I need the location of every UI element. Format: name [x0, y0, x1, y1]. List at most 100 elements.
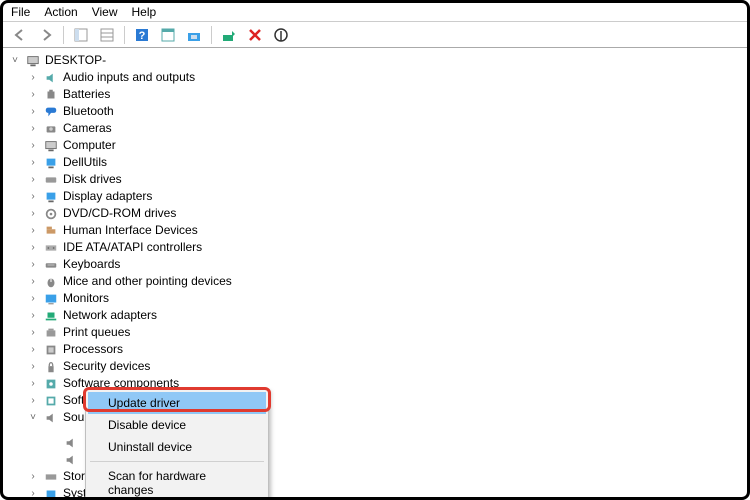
category-icon: [43, 292, 59, 306]
menu-file[interactable]: File: [11, 5, 30, 19]
tree-category-label: DVD/CD-ROM drives: [63, 205, 176, 222]
category-icon: [43, 105, 59, 119]
context-menu: Update driver Disable device Uninstall d…: [85, 389, 269, 500]
tree-category[interactable]: › Network adapters: [27, 307, 747, 324]
tree-category[interactable]: › DellUtils: [27, 154, 747, 171]
window-frame: File Action View Help ? ˅ DESKTOP- ›Audi…: [0, 0, 750, 500]
separator: [124, 26, 125, 44]
back-icon[interactable]: [9, 25, 31, 45]
ctx-scan-hardware[interactable]: Scan for hardware changes: [88, 465, 266, 500]
details-icon[interactable]: [96, 25, 118, 45]
expand-icon[interactable]: ›: [27, 375, 39, 392]
tree-category[interactable]: › Cameras: [27, 120, 747, 137]
tree-root[interactable]: ˅ DESKTOP-: [9, 52, 747, 69]
tree-category-label: IDE ATA/ATAPI controllers: [63, 239, 202, 256]
properties-icon[interactable]: [157, 25, 179, 45]
ctx-update-driver[interactable]: Update driver: [88, 392, 266, 414]
tree-category[interactable]: ›Audio inputs and outputs: [27, 69, 747, 86]
category-icon: [43, 224, 59, 238]
tree-category-label: Disk drives: [63, 171, 122, 188]
category-icon: [43, 122, 59, 136]
expand-icon[interactable]: ›: [27, 171, 39, 188]
tree-category-label: Network adapters: [63, 307, 157, 324]
expand-icon[interactable]: ›: [27, 485, 39, 500]
tree-category-label: Cameras: [63, 120, 112, 137]
category-icon: [43, 71, 59, 85]
collapse-icon[interactable]: ˅: [27, 409, 39, 426]
tree-category[interactable]: › Disk drives: [27, 171, 747, 188]
tree-category-label: Human Interface Devices: [63, 222, 198, 239]
tree-category[interactable]: › DVD/CD-ROM drives: [27, 205, 747, 222]
collapse-icon[interactable]: ˅: [9, 52, 21, 69]
category-icon: [43, 343, 59, 357]
expand-icon[interactable]: ›: [27, 137, 39, 154]
category-icon: [43, 394, 59, 408]
tree-category-label: Mice and other pointing devices: [63, 273, 232, 290]
expand-icon[interactable]: ›: [27, 273, 39, 290]
expand-icon[interactable]: ›: [27, 256, 39, 273]
category-icon: [43, 156, 59, 170]
tree-category-label: Print queues: [63, 324, 130, 341]
tree-category[interactable]: ›Display adapters: [27, 188, 747, 205]
menu-bar: File Action View Help: [3, 3, 747, 22]
category-icon: [43, 360, 59, 374]
expand-icon[interactable]: ›: [27, 468, 39, 485]
category-icon: [43, 258, 59, 272]
ctx-disable-device[interactable]: Disable device: [88, 414, 266, 436]
expand-icon[interactable]: ›: [27, 358, 39, 375]
tree-category[interactable]: › Keyboards: [27, 256, 747, 273]
tree-category-label: Keyboards: [63, 256, 120, 273]
category-icon: [43, 275, 59, 289]
expand-icon[interactable]: ›: [27, 290, 39, 307]
category-icon: [43, 207, 59, 221]
tree-category[interactable]: › Processors: [27, 341, 747, 358]
tree-category[interactable]: › Monitors: [27, 290, 747, 307]
expand-icon[interactable]: ›: [27, 188, 39, 205]
show-hide-icon[interactable]: [70, 25, 92, 45]
disable-icon[interactable]: [270, 25, 292, 45]
tree-category-label: Syst: [63, 485, 86, 500]
category-icon: [43, 139, 59, 153]
tree-category[interactable]: ›Bluetooth: [27, 103, 747, 120]
ctx-uninstall-device[interactable]: Uninstall device: [88, 436, 266, 458]
expand-icon[interactable]: ›: [27, 307, 39, 324]
expand-icon[interactable]: ›: [27, 324, 39, 341]
menu-view[interactable]: View: [92, 5, 118, 19]
tree-category[interactable]: ›Computer: [27, 137, 747, 154]
tree-category-label: Security devices: [63, 358, 150, 375]
expand-icon[interactable]: ›: [27, 103, 39, 120]
expand-icon[interactable]: ›: [27, 205, 39, 222]
uninstall-icon[interactable]: [244, 25, 266, 45]
tree-category[interactable]: › Batteries: [27, 86, 747, 103]
expand-icon[interactable]: ›: [27, 69, 39, 86]
tree-category[interactable]: › Human Interface Devices: [27, 222, 747, 239]
expand-icon[interactable]: ›: [27, 341, 39, 358]
category-icon: [43, 241, 59, 255]
tree-category[interactable]: › Mice and other pointing devices: [27, 273, 747, 290]
tree-category-label: Stor: [63, 468, 85, 485]
tree-category[interactable]: › Security devices: [27, 358, 747, 375]
tree-category[interactable]: › Print queues: [27, 324, 747, 341]
tree-root-label: DESKTOP-: [45, 52, 106, 69]
expand-icon[interactable]: ›: [27, 222, 39, 239]
expand-icon[interactable]: ›: [27, 120, 39, 137]
category-icon: [43, 173, 59, 187]
category-icon: [43, 309, 59, 323]
expand-icon[interactable]: ›: [27, 392, 39, 409]
category-icon: [43, 470, 59, 484]
tree-category-label: Processors: [63, 341, 123, 358]
tree-category-label: Batteries: [63, 86, 110, 103]
category-icon: [43, 377, 59, 391]
scan-icon[interactable]: [183, 25, 205, 45]
expand-icon[interactable]: ›: [27, 154, 39, 171]
tree-category-label: DellUtils: [63, 154, 107, 171]
menu-action[interactable]: Action: [44, 5, 77, 19]
tree-category-label: Monitors: [63, 290, 109, 307]
expand-icon[interactable]: ›: [27, 239, 39, 256]
update-driver-icon[interactable]: [218, 25, 240, 45]
menu-help[interactable]: Help: [132, 5, 157, 19]
tree-category[interactable]: › IDE ATA/ATAPI controllers: [27, 239, 747, 256]
forward-icon[interactable]: [35, 25, 57, 45]
help-icon[interactable]: ?: [131, 25, 153, 45]
expand-icon[interactable]: ›: [27, 86, 39, 103]
